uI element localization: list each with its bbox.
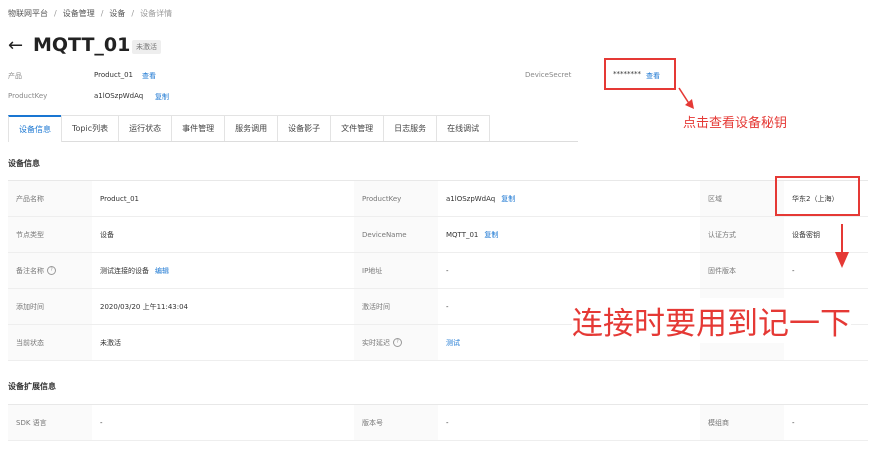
field-value-cell: MQTT_01 复制 xyxy=(438,217,700,252)
field-label: 版本号 xyxy=(354,405,438,440)
tab-run-status[interactable]: 运行状态 xyxy=(118,115,173,141)
info-icon[interactable]: ? xyxy=(393,338,402,347)
product-value: Product_01 xyxy=(94,71,133,79)
page-title: MQTT_01 xyxy=(33,34,131,56)
region-highlight-box xyxy=(775,176,860,216)
ext-info-table: SDK 语言 - 版本号 - 模组商 - xyxy=(8,404,868,441)
breadcrumb-separator: / xyxy=(54,9,57,18)
productkey-copy-link[interactable]: 复制 xyxy=(155,92,169,102)
tab-event-management[interactable]: 事件管理 xyxy=(171,115,226,141)
field-label: ProductKey xyxy=(354,181,438,216)
ext-info-title: 设备扩展信息 xyxy=(8,382,56,391)
field-value: - xyxy=(438,405,700,440)
field-label: 备注名称 xyxy=(16,266,44,275)
field-value-cell: a1lOSzpWdAq 复制 xyxy=(438,181,700,216)
device-info-title: 设备信息 xyxy=(8,159,40,168)
table-row: 备注名称 ? 测试连接的设备 编辑 IP地址 - 固件版本 - xyxy=(8,253,868,289)
product-label: 产品 xyxy=(8,72,22,80)
arrow-down-right-icon xyxy=(678,87,694,109)
breadcrumb-item[interactable]: 设备 xyxy=(109,8,125,19)
field-label: 模组商 xyxy=(700,405,784,440)
breadcrumb-item[interactable]: 设备管理 xyxy=(63,8,95,19)
table-row: 节点类型 设备 DeviceName MQTT_01 复制 认证方式 设备密钥 xyxy=(8,217,868,253)
info-icon[interactable]: ? xyxy=(47,266,56,275)
tab-device-info[interactable]: 设备信息 xyxy=(8,115,62,142)
field-label: 当前状态 xyxy=(8,325,92,360)
field-value: a1lOSzpWdAq xyxy=(446,194,496,203)
secret-annotation: 点击查看设备秘钥 xyxy=(683,116,788,131)
field-value: - xyxy=(438,253,700,288)
field-label: 节点类型 xyxy=(8,217,92,252)
field-label: 固件版本 xyxy=(700,253,784,288)
tab-device-shadow[interactable]: 设备影子 xyxy=(277,115,332,141)
field-value: 2020/03/20 上午11:43:04 xyxy=(92,289,354,324)
table-row: 产品名称 Product_01 ProductKey a1lOSzpWdAq 复… xyxy=(8,181,868,217)
tab-service-call[interactable]: 服务调用 xyxy=(224,115,279,141)
connect-annotation: 连接时要用到记一下 xyxy=(572,298,851,343)
field-value: 设备密钥 xyxy=(784,217,868,252)
product-view-link[interactable]: 查看 xyxy=(142,71,156,81)
edit-link[interactable]: 编辑 xyxy=(155,266,169,276)
test-link[interactable]: 测试 xyxy=(446,338,460,348)
breadcrumb: 物联网平台 / 设备管理 / 设备 / 设备详情 xyxy=(8,8,172,19)
field-value: MQTT_01 xyxy=(446,230,479,239)
field-value: - xyxy=(784,253,868,288)
tab-log-service[interactable]: 日志服务 xyxy=(383,115,438,141)
arrow-down-icon xyxy=(835,224,849,268)
field-label: SDK 语言 xyxy=(8,405,92,440)
table-row: SDK 语言 - 版本号 - 模组商 - xyxy=(8,405,868,441)
devicesecret-value: ******** xyxy=(613,70,641,78)
field-value-cell: 测试连接的设备 编辑 xyxy=(92,253,354,288)
field-value: 测试连接的设备 xyxy=(100,266,149,275)
tab-topic-list[interactable]: Topic列表 xyxy=(61,115,120,141)
devicesecret-view-link[interactable]: 查看 xyxy=(646,71,660,81)
field-label: 实时延迟 xyxy=(362,338,390,347)
status-badge: 未激活 xyxy=(132,40,161,54)
field-value: 未激活 xyxy=(92,325,354,360)
field-label: 添加时间 xyxy=(8,289,92,324)
back-arrow-icon[interactable]: ← xyxy=(8,37,23,55)
devicesecret-label: DeviceSecret xyxy=(525,71,572,79)
breadcrumb-separator: / xyxy=(100,9,104,18)
field-value: Product_01 xyxy=(92,181,354,216)
field-value: - xyxy=(784,405,868,440)
breadcrumb-item[interactable]: 物联网平台 xyxy=(8,8,48,19)
productkey-label: ProductKey xyxy=(8,92,48,100)
field-label: 产品名称 xyxy=(8,181,92,216)
tab-file-management[interactable]: 文件管理 xyxy=(330,115,385,141)
field-label: IP地址 xyxy=(354,253,438,288)
productkey-value: a1lOSzpWdAq xyxy=(94,92,144,100)
field-label-cell: 备注名称 ? xyxy=(8,253,92,288)
field-value: - xyxy=(92,405,354,440)
field-value: 设备 xyxy=(92,217,354,252)
copy-link[interactable]: 复制 xyxy=(484,230,498,240)
breadcrumb-separator: / xyxy=(131,9,135,18)
field-label: 认证方式 xyxy=(700,217,784,252)
field-label: 区域 xyxy=(700,181,784,216)
breadcrumb-current: 设备详情 xyxy=(140,9,173,18)
copy-link[interactable]: 复制 xyxy=(501,194,515,204)
field-label-cell: 实时延迟 ? xyxy=(354,325,438,360)
field-label: DeviceName xyxy=(354,217,438,252)
tab-online-debug[interactable]: 在线调试 xyxy=(436,115,491,141)
field-label: 激活时间 xyxy=(354,289,438,324)
tab-bar: 设备信息 Topic列表 运行状态 事件管理 服务调用 设备影子 文件管理 日志… xyxy=(8,115,578,142)
